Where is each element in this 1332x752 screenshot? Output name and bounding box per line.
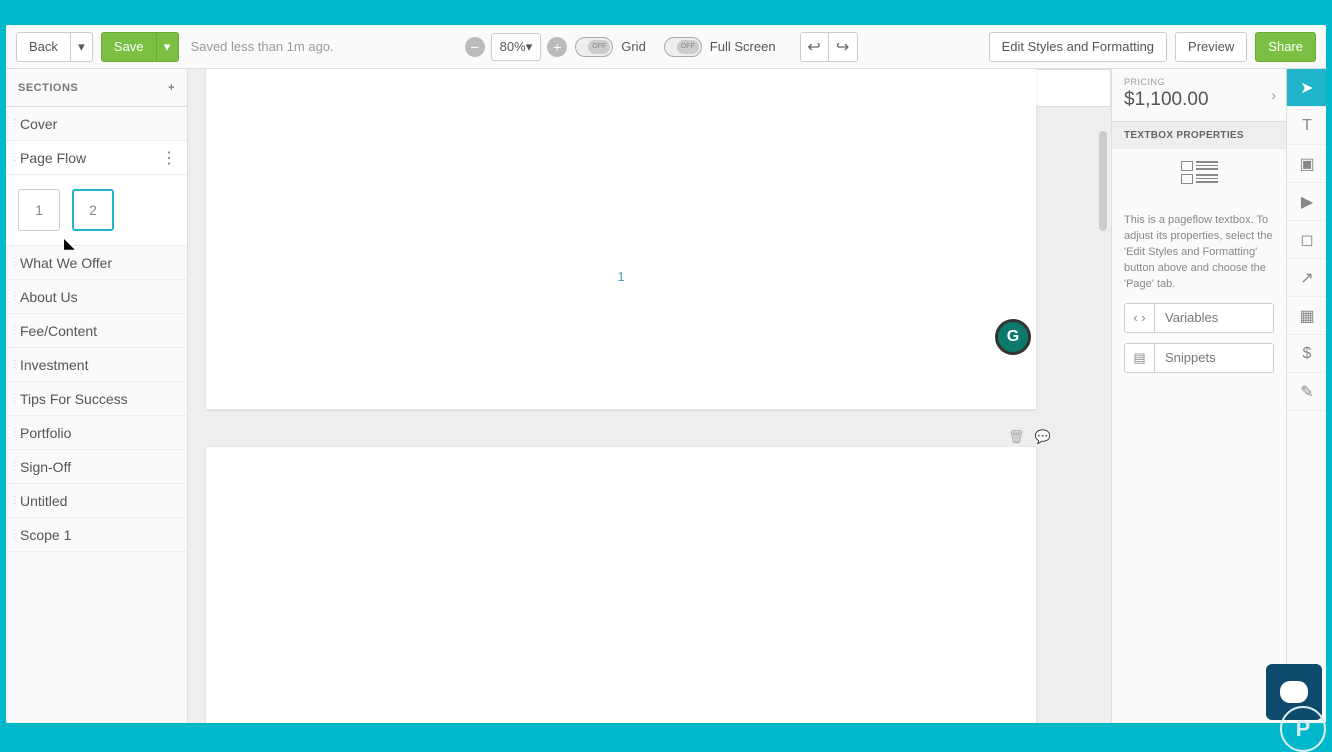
redo-button[interactable]: ↪ xyxy=(829,33,857,61)
properties-body: This is a pageflow textbox. To adjust it… xyxy=(1112,149,1286,385)
video-tool-icon[interactable]: ▶ xyxy=(1287,183,1326,221)
variables-button[interactable]: ‹ › Variables xyxy=(1124,303,1274,333)
section-portfolio[interactable]: ⋮⋮Portfolio xyxy=(6,416,187,450)
undo-redo: ↩ ↪ xyxy=(800,32,858,62)
save-dropdown[interactable]: ▾ xyxy=(157,32,179,62)
section-fee-content[interactable]: ⋮⋮Fee/Content xyxy=(6,314,187,348)
scrollbar[interactable] xyxy=(1099,131,1107,231)
pricing-tool-icon[interactable]: $ xyxy=(1287,335,1326,373)
page-actions: 🗑 💬 xyxy=(1008,429,1051,445)
pricing-label: PRICING xyxy=(1124,77,1274,87)
line-tool-icon[interactable]: ↗ xyxy=(1287,259,1326,297)
delete-page-icon[interactable]: 🗑 xyxy=(1008,429,1025,445)
zoom-out-button[interactable]: − xyxy=(465,37,485,57)
section-scope-1[interactable]: ⋮⋮Scope 1 xyxy=(6,518,187,552)
pricing-chevron-icon[interactable]: › xyxy=(1271,87,1276,103)
undo-button[interactable]: ↩ xyxy=(801,33,829,61)
page-1[interactable]: 1 xyxy=(206,69,1036,409)
fullscreen-toggle[interactable]: OFF xyxy=(664,37,702,57)
section-sign-off[interactable]: ⋮⋮Sign-Off xyxy=(6,450,187,484)
tool-rail: ➤ T ▣ ▶ ◻ ↗ ▦ $ ✎ xyxy=(1286,69,1326,723)
sections-sidebar: SECTIONS + ⋮⋮Cover ⋮⋮Page Flow⋮ 1 2 ⋮⋮Wh… xyxy=(6,69,188,723)
zoom-controls: − 80% ▾ + xyxy=(465,33,568,61)
section-what-we-offer[interactable]: ⋮⋮What We Offer xyxy=(6,246,187,280)
save-button[interactable]: Save xyxy=(101,32,157,62)
save-button-group: Save ▾ xyxy=(101,32,179,62)
section-menu-icon[interactable]: ⋮ xyxy=(161,148,177,168)
page-number: 1 xyxy=(617,269,624,284)
add-section-icon[interactable]: + xyxy=(168,82,175,94)
grammarly-icon[interactable]: G xyxy=(995,319,1031,355)
sections-header: SECTIONS + xyxy=(6,69,187,107)
edit-styles-button[interactable]: Edit Styles and Formatting xyxy=(989,32,1167,62)
fullscreen-label: Full Screen xyxy=(710,39,776,54)
save-status: Saved less than 1m ago. xyxy=(191,39,334,54)
variables-icon: ‹ › xyxy=(1125,304,1155,332)
textbox-icon xyxy=(1176,161,1222,203)
table-tool-icon[interactable]: ▦ xyxy=(1287,297,1326,335)
canvas[interactable]: Body▼ 17▼ 💧 B I U S x2 x2 ≡▼ ≡▼ ⋮≡▼ ⋮≡▼ … xyxy=(188,69,1111,723)
section-page-flow[interactable]: ⋮⋮Page Flow⋮ xyxy=(6,141,187,175)
page-2[interactable]: Click to add c... xyxy=(206,447,1036,723)
shape-tool-icon[interactable]: ◻ xyxy=(1287,221,1326,259)
back-button[interactable]: Back xyxy=(16,32,71,62)
comment-page-icon[interactable]: 💬 xyxy=(1035,429,1051,445)
pointer-tool-icon[interactable]: ➤ xyxy=(1287,69,1326,107)
right-panel: PRICING $1,100.00 › TEXTBOX PROPERTIES T… xyxy=(1111,69,1286,723)
grid-label: Grid xyxy=(621,39,646,54)
main-area: SECTIONS + ⋮⋮Cover ⋮⋮Page Flow⋮ 1 2 ⋮⋮Wh… xyxy=(6,69,1326,723)
pricing-value: $1,100.00 xyxy=(1124,89,1274,111)
properties-header: TEXTBOX PROPERTIES xyxy=(1112,122,1286,149)
sections-title: SECTIONS xyxy=(18,82,78,94)
page-thumb-1[interactable]: 1 xyxy=(18,189,60,231)
page-thumbnails: 1 2 xyxy=(6,175,187,246)
brand-watermark-icon: P xyxy=(1280,706,1326,752)
signature-tool-icon[interactable]: ✎ xyxy=(1287,373,1326,411)
section-tips[interactable]: ⋮⋮Tips For Success xyxy=(6,382,187,416)
preview-button[interactable]: Preview xyxy=(1175,32,1247,62)
back-dropdown[interactable]: ▾ xyxy=(71,32,93,62)
app-window: Back ▾ Save ▾ Saved less than 1m ago. − … xyxy=(6,25,1326,723)
snippets-button[interactable]: ▤ Snippets xyxy=(1124,343,1274,373)
topbar: Back ▾ Save ▾ Saved less than 1m ago. − … xyxy=(6,25,1326,69)
section-cover[interactable]: ⋮⋮Cover xyxy=(6,107,187,141)
section-about-us[interactable]: ⋮⋮About Us xyxy=(6,280,187,314)
image-tool-icon[interactable]: ▣ xyxy=(1287,145,1326,183)
share-button[interactable]: Share xyxy=(1255,32,1316,62)
zoom-value[interactable]: 80% ▾ xyxy=(491,33,542,61)
page-thumb-2[interactable]: 2 xyxy=(72,189,114,231)
zoom-in-button[interactable]: + xyxy=(547,37,567,57)
section-untitled[interactable]: ⋮⋮Untitled xyxy=(6,484,187,518)
grid-toggle[interactable]: OFF xyxy=(575,37,613,57)
properties-description: This is a pageflow textbox. To adjust it… xyxy=(1124,213,1274,293)
text-tool-icon[interactable]: T xyxy=(1287,107,1326,145)
pricing-block[interactable]: PRICING $1,100.00 › xyxy=(1112,69,1286,122)
back-button-group: Back ▾ xyxy=(16,32,93,62)
section-investment[interactable]: ⋮⋮Investment xyxy=(6,348,187,382)
snippets-icon: ▤ xyxy=(1125,344,1155,372)
